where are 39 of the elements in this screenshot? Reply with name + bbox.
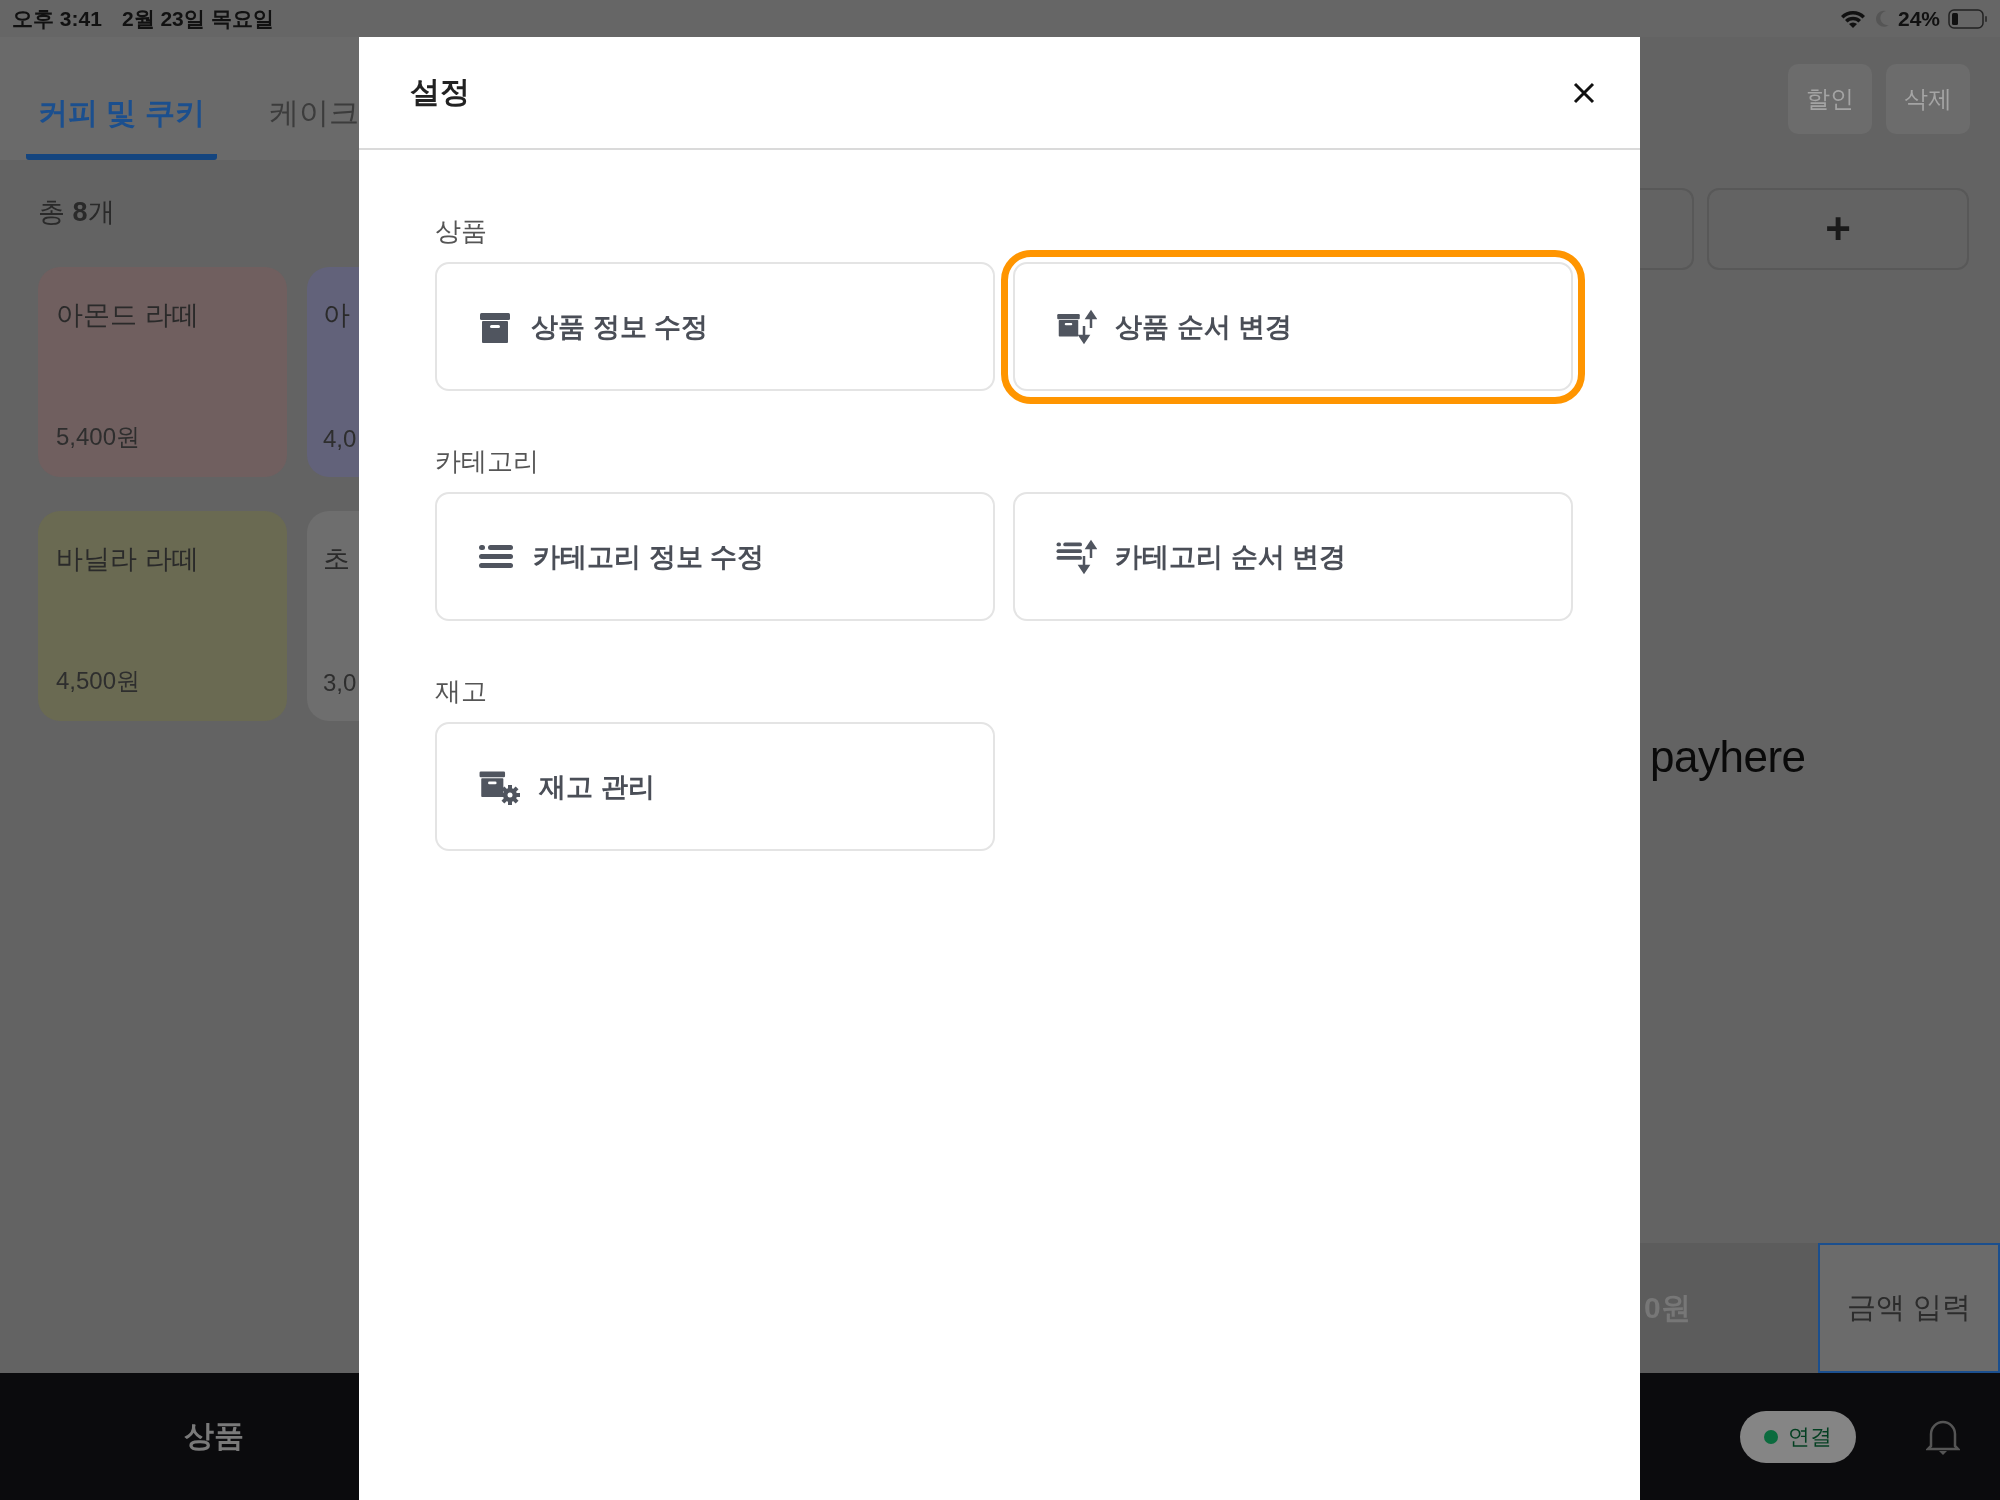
status-time: 오후 3:41 <box>12 5 102 32</box>
action-button[interactable]: 삭제 <box>1886 63 1970 134</box>
connection-label: 연결 <box>1788 1422 1832 1451</box>
settings-menu-button[interactable]: 상품 정보 수정 <box>435 262 995 391</box>
product-price: 4,0 <box>323 425 357 453</box>
settings-menu-button[interactable]: 카테고리 순서 변경 <box>1013 492 1573 621</box>
list-sort-icon <box>1055 537 1097 576</box>
product-name: 아몬드 라떼 <box>56 299 199 332</box>
battery-icon <box>1948 7 1988 30</box>
battery-percentage: 24% <box>1897 6 1940 31</box>
box-sort-icon <box>1055 307 1097 346</box>
category-tab[interactable]: 커피 및 쿠키 <box>26 93 217 160</box>
product-card[interactable]: 바닐라 라떼 4,500원 <box>38 511 287 721</box>
product-price: 5,400원 <box>56 422 141 452</box>
wifi-icon <box>1839 8 1866 29</box>
nav-label[interactable]: 상품 <box>184 1416 244 1457</box>
item-count: 총 8개 <box>38 196 116 229</box>
status-date: 2월 23일 목요일 <box>121 5 274 32</box>
settings-menu-button[interactable]: 재고 관리 <box>435 722 995 851</box>
section-label: 상품 <box>435 215 487 248</box>
section-label: 카테고리 <box>435 445 539 478</box>
product-price: 4,500원 <box>56 666 141 696</box>
product-card[interactable]: 초 3,0 <box>307 511 359 721</box>
product-name: 바닐라 라떼 <box>56 543 199 576</box>
close-icon <box>1573 81 1595 104</box>
connection-status[interactable]: 연결 <box>1740 1410 1856 1463</box>
brand-logo: payhere <box>1650 731 1806 782</box>
add-button[interactable]: + <box>1707 188 1969 270</box>
settings-menu-button[interactable]: 카테고리 정보 수정 <box>435 492 995 621</box>
product-card[interactable]: 아 4,0 <box>307 267 359 477</box>
product-card[interactable]: 아몬드 라떼 5,400원 <box>38 267 287 477</box>
product-name: 아 <box>323 299 350 332</box>
dialog-title: 설정 <box>410 74 470 110</box>
section-label: 재고 <box>435 675 487 708</box>
amount-input-button[interactable]: 금액 입력 <box>1818 1243 2000 1373</box>
product-price: 3,0 <box>323 669 357 697</box>
action-button[interactable]: 할인 <box>1788 63 1872 134</box>
settings-menu-button[interactable]: 상품 순서 변경 <box>1013 262 1573 391</box>
product-name: 초 <box>323 543 350 576</box>
